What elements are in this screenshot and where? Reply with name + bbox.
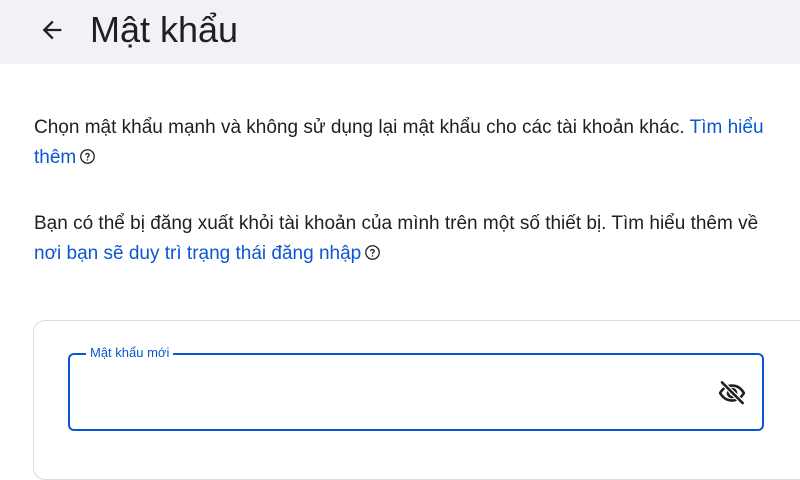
- intro-text: Chọn mật khẩu mạnh và không sử dụng lại …: [34, 117, 685, 138]
- help-circle-icon: [365, 245, 381, 260]
- back-button[interactable]: [30, 10, 74, 50]
- intro-paragraph: Chọn mật khẩu mạnh và không sử dụng lại …: [34, 113, 774, 173]
- signout-notice-paragraph: Bạn có thể bị đăng xuất khỏi tài khoản c…: [34, 209, 774, 269]
- visibility-off-icon: [718, 380, 746, 405]
- stay-signed-in-link[interactable]: nơi bạn sẽ duy trì trạng thái đăng nhập: [34, 243, 381, 264]
- signout-notice-text: Bạn có thể bị đăng xuất khỏi tài khoản c…: [34, 213, 759, 234]
- new-password-label: Mật khẩu mới: [86, 345, 174, 361]
- help-circle-icon: [80, 149, 96, 164]
- toggle-password-visibility-button[interactable]: [714, 375, 750, 411]
- top-app-bar: Mật khẩu: [0, 0, 800, 64]
- stay-signed-in-link-label: nơi bạn sẽ duy trì trạng thái đăng nhập: [34, 243, 362, 264]
- new-password-input[interactable]: [86, 373, 690, 413]
- page-title: Mật khẩu: [90, 9, 239, 50]
- new-password-field[interactable]: Mật khẩu mới: [68, 345, 764, 431]
- arrow-back-icon: [42, 20, 62, 40]
